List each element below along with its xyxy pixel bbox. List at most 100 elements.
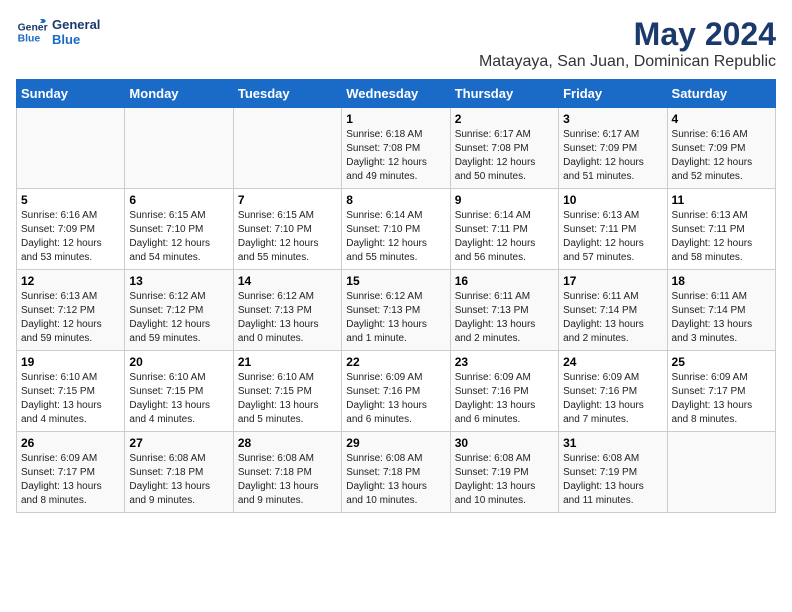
day-info: Sunrise: 6:14 AMSunset: 7:11 PMDaylight:… <box>455 209 554 265</box>
day-number: 29 <box>346 436 445 450</box>
day-cell: 15 Sunrise: 6:12 AMSunset: 7:13 PMDayligh… <box>342 270 450 351</box>
day-info: Sunrise: 6:11 AMSunset: 7:14 PMDaylight:… <box>563 290 662 346</box>
day-cell: 2 Sunrise: 6:17 AMSunset: 7:08 PMDaylight… <box>450 108 558 189</box>
day-cell: 23Sunrise: 6:09 AMSunset: 7:16 PMDayligh… <box>450 351 558 432</box>
day-info: Sunrise: 6:09 AMSunset: 7:16 PMDaylight:… <box>563 371 662 427</box>
day-number: 30 <box>455 436 554 450</box>
day-number: 1 <box>346 112 445 126</box>
subtitle: Matayaya, San Juan, Dominican Republic <box>479 53 776 71</box>
day-info: Sunrise: 6:10 AMSunset: 7:15 PMDaylight:… <box>129 371 228 427</box>
day-info: Sunrise: 6:10 AMSunset: 7:15 PMDaylight:… <box>238 371 337 427</box>
day-info: Sunrise: 6:13 AMSunset: 7:11 PMDaylight:… <box>672 209 771 265</box>
day-info: Sunrise: 6:18 AMSunset: 7:08 PMDaylight:… <box>346 128 445 184</box>
day-number: 26 <box>21 436 120 450</box>
week-row: 12Sunrise: 6:13 AMSunset: 7:12 PMDayligh… <box>17 270 776 351</box>
day-cell: 28Sunrise: 6:08 AMSunset: 7:18 PMDayligh… <box>233 432 341 513</box>
day-cell: 10Sunrise: 6:13 AMSunset: 7:11 PMDayligh… <box>559 189 667 270</box>
logo-icon: General Blue <box>16 16 48 48</box>
day-cell: 3Sunrise: 6:17 AMSunset: 7:09 PMDaylight… <box>559 108 667 189</box>
day-info: Sunrise: 6:08 AMSunset: 7:18 PMDaylight:… <box>238 452 337 508</box>
day-number: 31 <box>563 436 662 450</box>
day-info: Sunrise: 6:11 AMSunset: 7:13 PMDaylight:… <box>455 290 554 346</box>
day-cell: 26 Sunrise: 6:09 AMSunset: 7:17 PMDayligh… <box>17 432 125 513</box>
day-cell: 29 Sunrise: 6:08 AMSunset: 7:18 PMDayligh… <box>342 432 450 513</box>
day-number: 14 <box>238 274 337 288</box>
day-number: 10 <box>563 193 662 207</box>
day-info: Sunrise: 6:09 AMSunset: 7:17 PMDaylight:… <box>672 371 771 427</box>
week-row: 26 Sunrise: 6:09 AMSunset: 7:17 PMDayligh… <box>17 432 776 513</box>
day-cell: 5 Sunrise: 6:16 AMSunset: 7:09 PMDaylight… <box>17 189 125 270</box>
logo-text-general: General <box>52 17 100 32</box>
logo-text-blue: Blue <box>52 32 100 47</box>
day-info: Sunrise: 6:09 AMSunset: 7:16 PMDaylight:… <box>346 371 445 427</box>
day-info: Sunrise: 6:16 AMSunset: 7:09 PMDaylight:… <box>21 209 120 265</box>
calendar-table: SundayMondayTuesdayWednesdayThursdayFrid… <box>16 79 776 513</box>
day-header: Friday <box>559 80 667 108</box>
day-cell: 7 Sunrise: 6:15 AMSunset: 7:10 PMDaylight… <box>233 189 341 270</box>
day-header: Sunday <box>17 80 125 108</box>
day-number: 25 <box>672 355 771 369</box>
day-header: Thursday <box>450 80 558 108</box>
day-info: Sunrise: 6:14 AMSunset: 7:10 PMDaylight:… <box>346 209 445 265</box>
day-cell <box>17 108 125 189</box>
day-info: Sunrise: 6:12 AMSunset: 7:12 PMDaylight:… <box>129 290 228 346</box>
day-info: Sunrise: 6:08 AMSunset: 7:18 PMDaylight:… <box>346 452 445 508</box>
day-cell <box>667 432 775 513</box>
day-cell: 4 Sunrise: 6:16 AMSunset: 7:09 PMDaylight… <box>667 108 775 189</box>
day-number: 24 <box>563 355 662 369</box>
day-header: Wednesday <box>342 80 450 108</box>
day-info: Sunrise: 6:08 AMSunset: 7:19 PMDaylight:… <box>455 452 554 508</box>
day-number: 4 <box>672 112 771 126</box>
day-number: 20 <box>129 355 228 369</box>
day-info: Sunrise: 6:17 AMSunset: 7:08 PMDaylight:… <box>455 128 554 184</box>
day-cell: 13 Sunrise: 6:12 AMSunset: 7:12 PMDayligh… <box>125 270 233 351</box>
day-number: 9 <box>455 193 554 207</box>
day-number: 21 <box>238 355 337 369</box>
day-number: 17 <box>563 274 662 288</box>
day-cell: 8Sunrise: 6:14 AMSunset: 7:10 PMDaylight… <box>342 189 450 270</box>
day-number: 11 <box>672 193 771 207</box>
day-cell: 22 Sunrise: 6:09 AMSunset: 7:16 PMDayligh… <box>342 351 450 432</box>
day-number: 16 <box>455 274 554 288</box>
day-cell: 24 Sunrise: 6:09 AMSunset: 7:16 PMDayligh… <box>559 351 667 432</box>
day-info: Sunrise: 6:15 AMSunset: 7:10 PMDaylight:… <box>129 209 228 265</box>
day-cell: 18Sunrise: 6:11 AMSunset: 7:14 PMDayligh… <box>667 270 775 351</box>
day-cell <box>233 108 341 189</box>
day-number: 7 <box>238 193 337 207</box>
main-title: May 2024 <box>479 16 776 53</box>
header: General Blue General Blue May 2024 Matay… <box>16 16 776 71</box>
day-cell: 17 Sunrise: 6:11 AMSunset: 7:14 PMDayligh… <box>559 270 667 351</box>
day-cell: 9 Sunrise: 6:14 AMSunset: 7:11 PMDaylight… <box>450 189 558 270</box>
day-cell <box>125 108 233 189</box>
calendar-body: 1 Sunrise: 6:18 AMSunset: 7:08 PMDaylight… <box>17 108 776 513</box>
svg-text:Blue: Blue <box>18 34 41 45</box>
day-header: Tuesday <box>233 80 341 108</box>
week-row: 5 Sunrise: 6:16 AMSunset: 7:09 PMDaylight… <box>17 189 776 270</box>
day-info: Sunrise: 6:12 AMSunset: 7:13 PMDaylight:… <box>346 290 445 346</box>
day-number: 5 <box>21 193 120 207</box>
header-row: SundayMondayTuesdayWednesdayThursdayFrid… <box>17 80 776 108</box>
calendar-header: SundayMondayTuesdayWednesdayThursdayFrid… <box>17 80 776 108</box>
day-number: 2 <box>455 112 554 126</box>
title-area: May 2024 Matayaya, San Juan, Dominican R… <box>479 16 776 71</box>
day-info: Sunrise: 6:08 AMSunset: 7:19 PMDaylight:… <box>563 452 662 508</box>
logo: General Blue General Blue <box>16 16 100 48</box>
day-cell: 21 Sunrise: 6:10 AMSunset: 7:15 PMDayligh… <box>233 351 341 432</box>
day-number: 27 <box>129 436 228 450</box>
day-info: Sunrise: 6:16 AMSunset: 7:09 PMDaylight:… <box>672 128 771 184</box>
day-cell: 12Sunrise: 6:13 AMSunset: 7:12 PMDayligh… <box>17 270 125 351</box>
day-header: Monday <box>125 80 233 108</box>
day-number: 15 <box>346 274 445 288</box>
day-info: Sunrise: 6:09 AMSunset: 7:16 PMDaylight:… <box>455 371 554 427</box>
day-cell: 14Sunrise: 6:12 AMSunset: 7:13 PMDayligh… <box>233 270 341 351</box>
day-number: 13 <box>129 274 228 288</box>
day-number: 3 <box>563 112 662 126</box>
day-cell: 16 Sunrise: 6:11 AMSunset: 7:13 PMDayligh… <box>450 270 558 351</box>
day-cell: 11 Sunrise: 6:13 AMSunset: 7:11 PMDayligh… <box>667 189 775 270</box>
day-info: Sunrise: 6:11 AMSunset: 7:14 PMDaylight:… <box>672 290 771 346</box>
week-row: 1 Sunrise: 6:18 AMSunset: 7:08 PMDaylight… <box>17 108 776 189</box>
day-info: Sunrise: 6:15 AMSunset: 7:10 PMDaylight:… <box>238 209 337 265</box>
day-number: 22 <box>346 355 445 369</box>
day-info: Sunrise: 6:09 AMSunset: 7:17 PMDaylight:… <box>21 452 120 508</box>
day-cell: 19Sunrise: 6:10 AMSunset: 7:15 PMDayligh… <box>17 351 125 432</box>
